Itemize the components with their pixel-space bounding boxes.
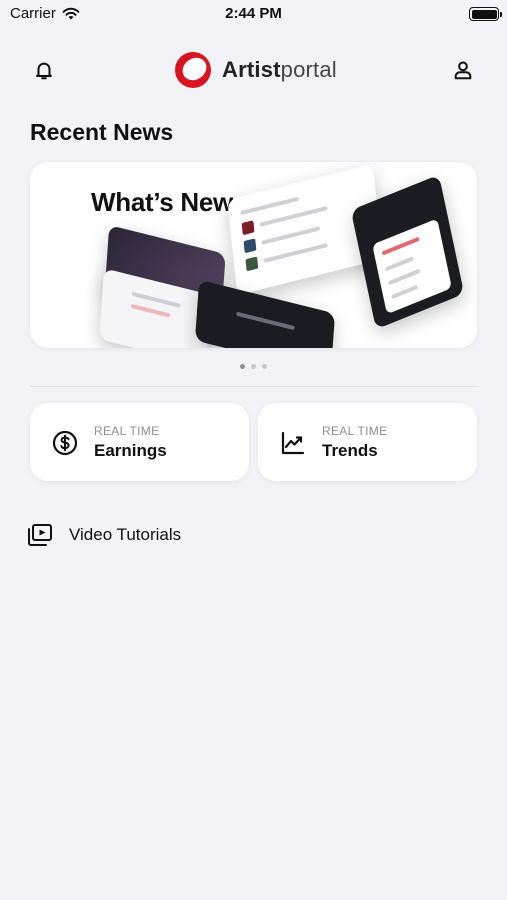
- earnings-kicker: REAL TIME: [94, 424, 160, 438]
- earnings-label: Earnings: [94, 441, 167, 460]
- trends-card[interactable]: REAL TIME Trends: [258, 403, 477, 481]
- profile-button[interactable]: [449, 56, 477, 84]
- mockup-phone-dark-center: [194, 279, 336, 348]
- pagination-dot[interactable]: [262, 364, 267, 369]
- pagination-dot[interactable]: [240, 364, 245, 369]
- app-header: Artistportal: [0, 48, 507, 92]
- logo-mark-icon: [175, 52, 211, 88]
- trends-label: Trends: [322, 441, 378, 460]
- bell-icon: [36, 62, 52, 80]
- dollar-circle-icon: [52, 430, 78, 456]
- section-divider: [30, 386, 477, 387]
- status-bar: Carrier 2:44 PM: [0, 0, 507, 30]
- earnings-card[interactable]: REAL TIME Earnings: [30, 403, 249, 481]
- app-logo: Artistportal: [172, 48, 337, 92]
- notifications-button[interactable]: [30, 56, 58, 84]
- video-library-icon: [28, 524, 52, 546]
- slide-title: What’s New: [91, 187, 233, 217]
- recent-news-title: Recent News: [30, 119, 174, 145]
- trends-kicker: REAL TIME: [322, 424, 388, 438]
- trend-chart-icon: [281, 431, 305, 455]
- user-icon: [454, 61, 472, 80]
- logo-text: Artistportal: [222, 57, 337, 83]
- pagination-dot[interactable]: [251, 364, 256, 369]
- battery-icon: [469, 7, 502, 21]
- logo-text-bold: Artist: [222, 57, 281, 82]
- news-carousel-slide[interactable]: What’s New: [30, 162, 477, 348]
- status-time: 2:44 PM: [225, 5, 282, 22]
- logo-text-light: portal: [280, 57, 337, 82]
- video-tutorials-label: Video Tutorials: [69, 525, 182, 544]
- video-tutorials-link[interactable]: Video Tutorials: [27, 520, 181, 550]
- battery-fill: [471, 9, 497, 19]
- carousel-pagination: [0, 364, 507, 369]
